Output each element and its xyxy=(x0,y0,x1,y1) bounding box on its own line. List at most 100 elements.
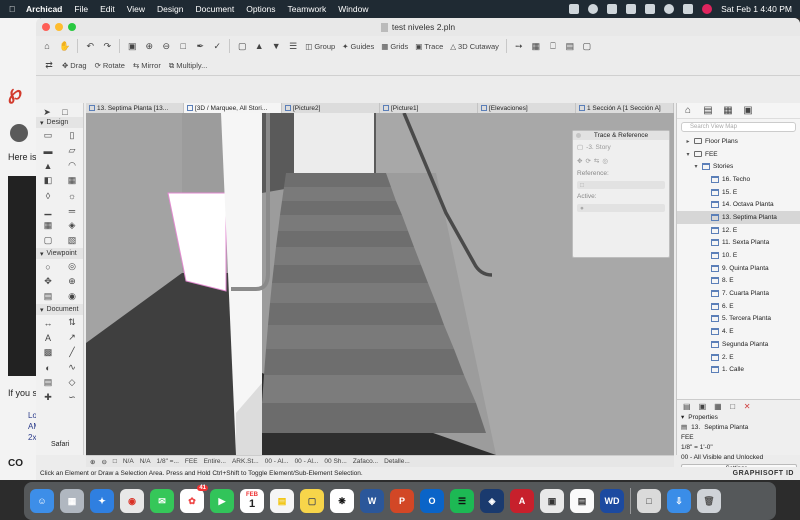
creative-cloud-icon[interactable] xyxy=(588,4,599,14)
new-folder-icon[interactable]: □ xyxy=(728,401,738,411)
tree-story-item[interactable]: 10. E xyxy=(677,249,800,262)
status-field[interactable]: Entire... xyxy=(204,458,226,465)
clone-folder-icon[interactable]: ▦ xyxy=(712,401,724,411)
section-tool-icon[interactable]: ○ xyxy=(36,259,60,274)
menu-clock[interactable]: Sat Feb 1 4:40 PM xyxy=(721,4,792,14)
roof-tool-icon[interactable]: ▲ xyxy=(36,158,60,173)
palette-close-button[interactable] xyxy=(576,133,581,138)
chatgpt-icon[interactable]: ❋ xyxy=(330,489,354,513)
properties-header[interactable]: ▾ Properties xyxy=(677,412,800,422)
status-field[interactable]: FEE xyxy=(185,458,198,465)
layout-book-icon[interactable]: ▦ xyxy=(721,104,735,118)
tree-story-item[interactable]: 16. Techo xyxy=(677,173,800,186)
control-center-icon[interactable] xyxy=(683,4,694,14)
tree-story-item[interactable]: 11. Sexta Planta xyxy=(677,237,800,250)
guides-button[interactable]: ✦ Guides xyxy=(340,39,376,53)
tree-story-item[interactable]: 6. E xyxy=(677,300,800,313)
polyline-tool-icon[interactable]: ∿ xyxy=(60,360,84,375)
trace-button[interactable]: ▣ Trace xyxy=(413,39,445,53)
syringe-icon[interactable]: ✓ xyxy=(210,39,224,53)
worksheet-tool-icon[interactable]: ⊕ xyxy=(60,274,84,289)
status-field[interactable]: Zafaco... xyxy=(353,458,378,465)
window-tool-icon[interactable]: ▦ xyxy=(60,173,84,188)
wd-icon[interactable]: WD xyxy=(600,489,624,513)
delete-icon[interactable]: ✕ xyxy=(742,401,753,411)
multiply-button[interactable]: ⧉ Multiply... xyxy=(167,59,209,73)
word-icon[interactable]: W xyxy=(360,489,384,513)
wifi-icon[interactable] xyxy=(664,4,675,14)
status-field[interactable]: ARK.St... xyxy=(232,458,259,465)
screen-record-icon[interactable] xyxy=(569,4,580,14)
calendar-icon[interactable]: FEB 1 xyxy=(240,489,264,513)
project-map-icon[interactable]: ⌂ xyxy=(681,104,695,118)
tab-seccion[interactable]: 1 Sección A [1 Sección A] xyxy=(576,103,674,113)
bring-front-icon[interactable]: ▲ xyxy=(252,39,266,53)
group-button[interactable]: ◫ Group xyxy=(303,39,337,53)
chrome-icon[interactable]: ◉ xyxy=(120,489,144,513)
page-badge[interactable]: CO xyxy=(8,458,23,469)
lamp-tool-icon[interactable]: ☼ xyxy=(60,188,84,203)
tree-floor-plans[interactable]: ▸ Floor Plans xyxy=(677,135,800,148)
photos-icon[interactable]: ✿ 41 xyxy=(180,485,208,513)
menu-document[interactable]: Document xyxy=(195,4,234,14)
fit-window-icon[interactable]: □ xyxy=(176,39,190,53)
tree-story-item[interactable]: 2. E xyxy=(677,351,800,364)
finder-icon[interactable]: ☺ xyxy=(30,489,54,513)
elevation-tool-icon[interactable]: ◎ xyxy=(60,259,84,274)
minimize-button[interactable] xyxy=(55,23,63,31)
interior-elevation-tool-icon[interactable]: ✥ xyxy=(36,274,60,289)
status-field[interactable]: N/A xyxy=(140,458,151,465)
status-field[interactable]: N/A xyxy=(123,458,134,465)
tree-story-item[interactable]: 13. Septima Planta xyxy=(677,211,800,224)
undo-icon[interactable]: ↶ xyxy=(83,39,97,53)
column-tool-icon[interactable]: ▯ xyxy=(60,128,84,143)
stair-tool-icon[interactable]: ▁ xyxy=(36,203,60,218)
figure-tool-icon[interactable]: ◇ xyxy=(60,375,84,390)
section-icon[interactable]: ▦ xyxy=(529,39,543,53)
tree-story-item[interactable]: 12. E xyxy=(677,224,800,237)
powerpoint-icon[interactable]: P xyxy=(390,489,414,513)
measure-icon[interactable]: ➙ xyxy=(512,39,526,53)
menu-app-name[interactable]: Archicad xyxy=(26,4,62,14)
arrow-select-icon[interactable]: ➤ xyxy=(40,105,54,119)
chevron-down-icon[interactable]: ▾ xyxy=(685,151,691,158)
menu-file[interactable]: File xyxy=(74,4,88,14)
detail-tool-icon[interactable]: ▤ xyxy=(36,289,60,304)
tab-floor-plan[interactable]: 13. Septima Planta [13... xyxy=(86,103,184,113)
cutaway-button[interactable]: △ 3D Cutaway xyxy=(448,39,501,53)
tree-fee[interactable]: ▾ FEE xyxy=(677,148,800,161)
stickies-icon[interactable]: ▢ xyxy=(300,489,324,513)
redo-icon[interactable]: ↷ xyxy=(100,39,114,53)
finder-window-icon[interactable]: □ xyxy=(637,489,661,513)
wall-tool-icon[interactable]: ▭ xyxy=(36,128,60,143)
status-field[interactable]: 00 - Al... xyxy=(295,458,319,465)
tab-picture2[interactable]: [Picture2] xyxy=(282,103,380,113)
archicad-icon[interactable]: A xyxy=(510,489,534,513)
document-header[interactable]: ▾ Document xyxy=(36,304,83,315)
elevation-icon[interactable]: ⎕ xyxy=(546,39,560,53)
reset-icon[interactable]: ◎ xyxy=(602,157,608,165)
fill-tool-icon[interactable]: ▩ xyxy=(36,345,60,360)
graphisoft-id-button[interactable]: GRAPHISOFT ID xyxy=(733,470,794,477)
notes-file-icon[interactable]: ▤ xyxy=(570,489,594,513)
shell-tool-icon[interactable]: ◠ xyxy=(60,158,84,173)
status-field[interactable]: Detalle... xyxy=(384,458,410,465)
dimension-tool-icon[interactable]: ↔ xyxy=(36,315,60,330)
align-icon[interactable]: ☰ xyxy=(286,39,300,53)
rotate-button[interactable]: ⟳ Rotate xyxy=(93,59,127,73)
hotspot-tool-icon[interactable]: ✚ xyxy=(36,390,60,405)
drag-button[interactable]: ✥ Drag xyxy=(60,59,89,73)
menu-edit[interactable]: Edit xyxy=(100,4,115,14)
trace-toggle-icon[interactable]: ▢ xyxy=(577,143,583,151)
label-tool-icon[interactable]: ↗ xyxy=(60,330,84,345)
facetime-icon[interactable]: ▶ xyxy=(210,489,234,513)
level-dimension-tool-icon[interactable]: ⇅ xyxy=(60,315,84,330)
select-area-icon[interactable]: ▣ xyxy=(125,39,139,53)
mirror-button[interactable]: ⇆ Mirror xyxy=(131,59,163,73)
status-field[interactable]: 00 - Al... xyxy=(265,458,289,465)
tab-elevaciones[interactable]: [Elevaciones] xyxy=(478,103,576,113)
morph-tool-icon[interactable]: ◈ xyxy=(60,218,84,233)
launchpad-icon[interactable]: ▦ xyxy=(60,489,84,513)
zoom-out-icon[interactable]: ⊖ xyxy=(159,39,173,53)
tab-picture1[interactable]: [Picture1] xyxy=(380,103,478,113)
